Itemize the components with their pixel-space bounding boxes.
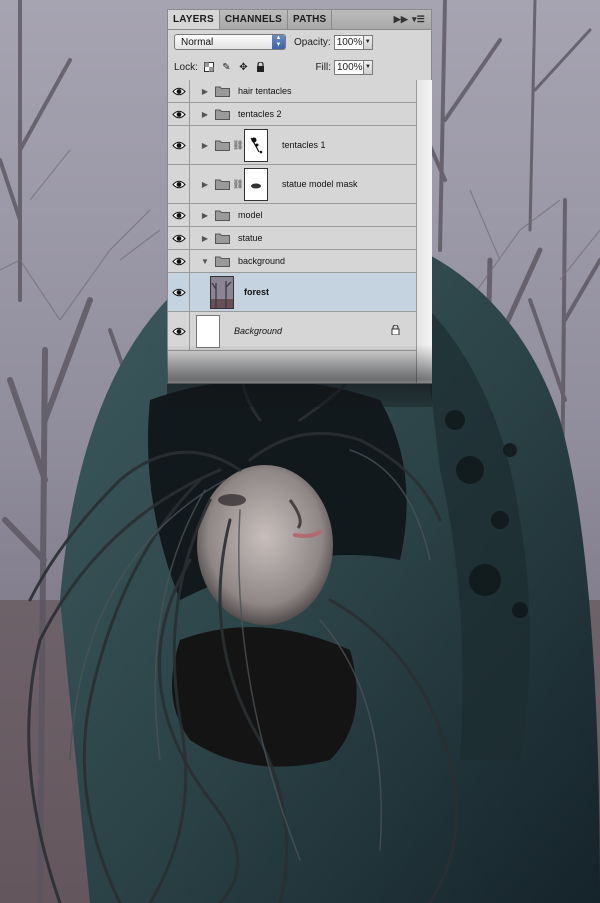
layer-row-background-group[interactable]: ▼ background — [168, 250, 416, 273]
visibility-eye-icon[interactable] — [168, 103, 190, 125]
collapse-triangle-icon[interactable]: ▼ — [198, 257, 212, 266]
folder-icon — [212, 108, 232, 120]
folder-icon — [212, 85, 232, 97]
tab-paths[interactable]: PATHS — [288, 10, 333, 29]
layer-row-model[interactable]: ▶ model — [168, 204, 416, 227]
layers-scrollbar[interactable] — [416, 80, 432, 383]
layers-list: ▶ hair tentacles ▶ tentacles 2 ▶ ⛓ tenta… — [168, 80, 416, 351]
expand-triangle-icon[interactable]: ▶ — [198, 87, 212, 96]
blend-row: Normal ▲ ▼ Opacity: 100% ▼ — [168, 30, 431, 54]
panel-tab-bar: LAYERS CHANNELS PATHS ▶▶ ▾☰ — [168, 10, 431, 30]
lock-position-icon[interactable]: ✥ — [238, 62, 249, 73]
expand-triangle-icon[interactable]: ▶ — [198, 234, 212, 243]
visibility-eye-icon[interactable] — [168, 204, 190, 226]
opacity-label: Opacity: — [294, 36, 331, 48]
opacity-dropdown-icon[interactable]: ▼ — [363, 34, 373, 50]
layer-thumbnail-forest[interactable] — [210, 275, 234, 309]
tab-spacer — [332, 10, 387, 29]
fill-label: Fill: — [315, 61, 331, 73]
layer-lock-icon — [391, 324, 400, 337]
layer-name: statue — [238, 233, 263, 243]
layer-name: Background — [234, 326, 283, 336]
fill-dropdown-icon[interactable]: ▼ — [364, 59, 373, 75]
layer-row-hair-tentacles[interactable]: ▶ hair tentacles — [168, 80, 416, 103]
visibility-eye-icon[interactable] — [168, 126, 190, 164]
layer-name: model — [238, 210, 263, 220]
opacity-field[interactable]: 100% — [333, 34, 364, 50]
visibility-eye-icon[interactable] — [168, 250, 190, 272]
layer-name: hair tentacles — [238, 86, 292, 96]
lock-row: Lock: ✎ ✥ Fill: 100% ▼ — [168, 54, 431, 81]
tab-layers[interactable]: LAYERS — [168, 10, 220, 29]
fill-field[interactable]: 100% — [334, 59, 364, 75]
layer-name: statue model mask — [282, 179, 358, 189]
expand-triangle-icon[interactable]: ▶ — [198, 180, 212, 189]
expand-triangle-icon[interactable]: ▶ — [198, 110, 212, 119]
folder-icon — [212, 209, 232, 221]
layer-row-statue[interactable]: ▶ statue — [168, 227, 416, 250]
blend-mode-select[interactable]: Normal ▲ ▼ — [174, 34, 286, 50]
visibility-eye-icon[interactable] — [168, 312, 190, 350]
layer-name: forest — [244, 287, 270, 297]
blend-mode-value: Normal — [181, 36, 214, 48]
folder-icon — [212, 178, 232, 190]
layers-panel: LAYERS CHANNELS PATHS ▶▶ ▾☰ Normal ▲ ▼ Op… — [167, 9, 432, 384]
layer-name: background — [238, 256, 286, 266]
lock-brush-icon[interactable]: ✎ — [221, 62, 232, 73]
mask-link-icon[interactable]: ⛓ — [232, 179, 244, 190]
visibility-eye-icon[interactable] — [168, 273, 190, 311]
tab-layers-label: LAYERS — [173, 14, 214, 25]
expand-triangle-icon[interactable]: ▶ — [198, 211, 212, 220]
tab-paths-label: PATHS — [293, 14, 327, 25]
expand-triangle-icon[interactable]: ▶ — [198, 141, 212, 150]
layer-name: tentacles 1 — [282, 140, 326, 150]
layer-thumbnail-background[interactable] — [196, 314, 220, 348]
visibility-eye-icon[interactable] — [168, 80, 190, 102]
layer-row-tentacles-1[interactable]: ▶ ⛓ tentacles 1 — [168, 126, 416, 165]
folder-icon — [212, 232, 232, 244]
layer-row-statue-model-mask[interactable]: ▶ ⛓ statue model mask — [168, 165, 416, 204]
layer-name: tentacles 2 — [238, 109, 282, 119]
folder-icon — [212, 139, 232, 151]
collapse-arrows-icon[interactable]: ▶▶ — [394, 14, 408, 25]
blend-mode-stepper-icon: ▲ ▼ — [272, 35, 285, 49]
layer-mask-thumbnail[interactable] — [244, 128, 268, 162]
layer-row-background[interactable]: Background — [168, 312, 416, 351]
tab-channels-label: CHANNELS — [224, 14, 283, 25]
visibility-eye-icon[interactable] — [168, 227, 190, 249]
lock-transparency-icon[interactable] — [204, 62, 215, 73]
mask-link-icon[interactable]: ⛓ — [232, 140, 244, 151]
layer-row-tentacles-2[interactable]: ▶ tentacles 2 — [168, 103, 416, 126]
tab-channels[interactable]: CHANNELS — [220, 10, 289, 29]
panel-menu-icon[interactable]: ▾☰ — [412, 14, 425, 25]
lock-label: Lock: — [174, 61, 198, 73]
layer-row-forest[interactable]: forest — [168, 273, 416, 312]
visibility-eye-icon[interactable] — [168, 165, 190, 203]
folder-icon — [212, 255, 232, 267]
lock-all-icon[interactable] — [255, 62, 266, 73]
panel-menu-controls: ▶▶ ▾☰ — [388, 10, 431, 29]
layer-mask-thumbnail[interactable] — [244, 167, 268, 201]
